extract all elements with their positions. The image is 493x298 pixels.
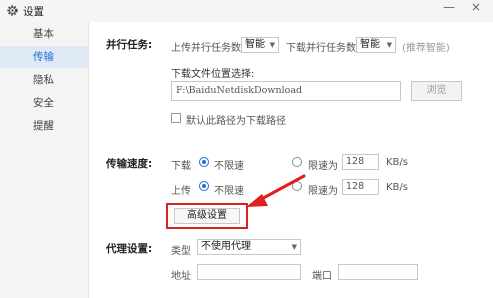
arrow-icon: [246, 174, 306, 207]
window-controls[interactable]: — ×: [443, 0, 487, 14]
download-path-input[interactable]: F:\BaiduNetdiskDownload: [171, 81, 401, 101]
download-parallel-value: 智能: [360, 39, 380, 50]
download-limit-label: 限速为: [308, 161, 338, 172]
download-speed-unit: KB/s: [386, 157, 408, 168]
upload-parallel-select[interactable]: 智能 ▼: [241, 37, 279, 53]
download-parallel-label: 下载并行任务数: [286, 43, 356, 54]
upload-limit-label: 限速为: [308, 186, 338, 197]
chevron-down-icon: ▼: [386, 41, 392, 49]
upload-unlimited-radio[interactable]: [199, 181, 209, 191]
download-speed-label: 下载: [171, 161, 191, 172]
proxy-address-label: 地址: [171, 271, 191, 282]
title-bar: [0, 0, 493, 22]
sidebar-item-reminder[interactable]: 提醒: [0, 115, 88, 137]
download-unlimited-radio[interactable]: [199, 157, 209, 167]
chevron-down-icon: ▼: [269, 41, 275, 49]
sidebar-item-security[interactable]: 安全: [0, 92, 88, 114]
parallel-hint: (推荐智能): [402, 43, 450, 54]
download-limit-input[interactable]: 128: [342, 154, 379, 170]
upload-limit-input[interactable]: 128: [342, 179, 379, 195]
default-path-label: 默认此路径为下载路径: [186, 116, 286, 127]
sidebar-item-basic[interactable]: 基本: [0, 23, 88, 45]
advanced-settings-button[interactable]: 高级设置: [174, 208, 240, 224]
browse-button[interactable]: 浏览: [411, 81, 462, 101]
download-parallel-select[interactable]: 智能 ▼: [356, 37, 396, 53]
upload-parallel-value: 智能: [245, 39, 265, 50]
sidebar-item-privacy[interactable]: 隐私: [0, 69, 88, 91]
proxy-section-label: 代理设置:: [106, 243, 153, 255]
download-location-label: 下载文件位置选择:: [171, 69, 255, 80]
parallel-section-label: 并行任务:: [106, 39, 153, 51]
sidebar-item-transfer[interactable]: 传输: [0, 46, 88, 68]
chevron-down-icon: ▼: [291, 243, 297, 251]
proxy-address-input[interactable]: [197, 264, 301, 280]
proxy-type-select[interactable]: 不使用代理 ▼: [197, 239, 301, 255]
speed-section-label: 传输速度:: [106, 158, 153, 170]
upload-speed-unit: KB/s: [386, 182, 408, 193]
window-title: 设置: [23, 6, 44, 18]
proxy-type-label: 类型: [171, 246, 191, 257]
proxy-type-value: 不使用代理: [201, 241, 251, 252]
gear-icon: [7, 5, 18, 16]
default-path-checkbox[interactable]: [171, 113, 181, 123]
proxy-port-input[interactable]: [338, 264, 418, 280]
proxy-port-label: 端口: [312, 271, 332, 282]
upload-parallel-label: 上传并行任务数: [171, 43, 241, 54]
download-limit-radio[interactable]: [292, 157, 302, 167]
upload-speed-label: 上传: [171, 186, 191, 197]
